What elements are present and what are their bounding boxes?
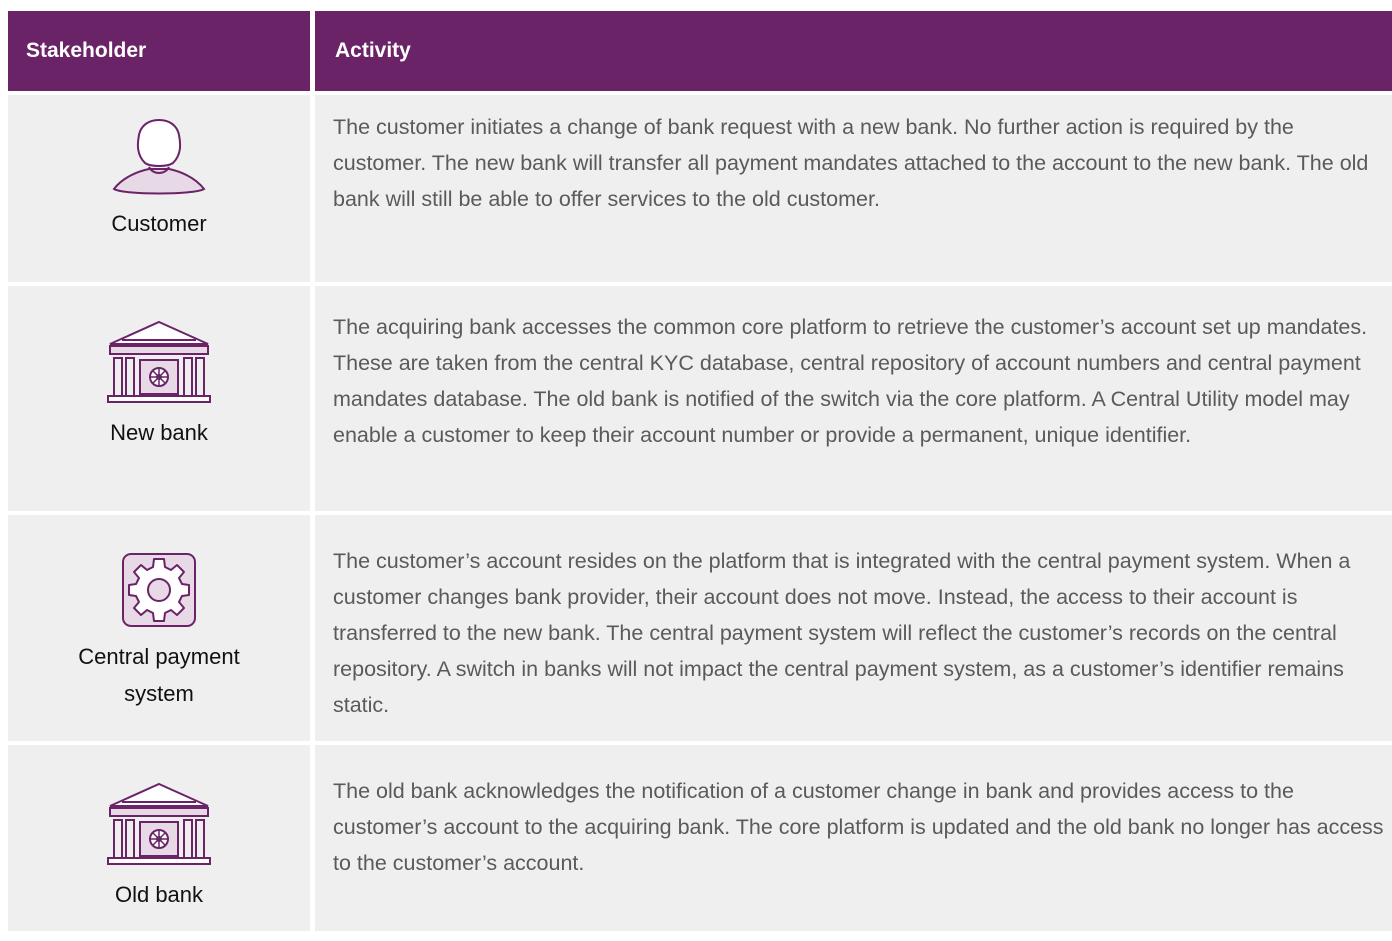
header-stakeholder: Stakeholder <box>8 11 310 91</box>
stakeholder-label: Central payment system <box>78 644 240 706</box>
activity-cell: The old bank acknowledges the notificati… <box>315 745 1392 931</box>
gear-icon <box>122 553 196 627</box>
table-header-row: Stakeholder Activity <box>8 11 1392 91</box>
activity-cell: The customer’s account resides on the pl… <box>315 515 1392 741</box>
person-icon <box>112 118 206 195</box>
stakeholder-cell: Central payment system <box>8 515 310 741</box>
bank-icon <box>107 320 211 403</box>
activity-cell: The customer initiates a change of bank … <box>315 95 1392 282</box>
stakeholder-cell: Old bank <box>8 745 310 931</box>
stakeholder-activity-table: Stakeholder Activity Customer The custom… <box>8 11 1392 935</box>
header-activity: Activity <box>315 11 1392 91</box>
table-row: Old bank The old bank acknowledges the n… <box>8 745 1392 931</box>
stakeholder-label: Old bank <box>114 882 204 907</box>
stakeholder-label: New bank <box>110 420 208 445</box>
stakeholder-cell: New bank <box>8 286 310 511</box>
bank-icon <box>107 782 211 865</box>
stakeholder-cell: Customer <box>8 95 310 282</box>
table-row: Central payment system The customer’s ac… <box>8 515 1392 741</box>
table-row: New bank The acquiring bank accesses the… <box>8 286 1392 511</box>
activity-cell: The acquiring bank accesses the common c… <box>315 286 1392 511</box>
stakeholder-label: Customer <box>111 211 207 236</box>
table-row: Customer The customer initiates a change… <box>8 95 1392 282</box>
